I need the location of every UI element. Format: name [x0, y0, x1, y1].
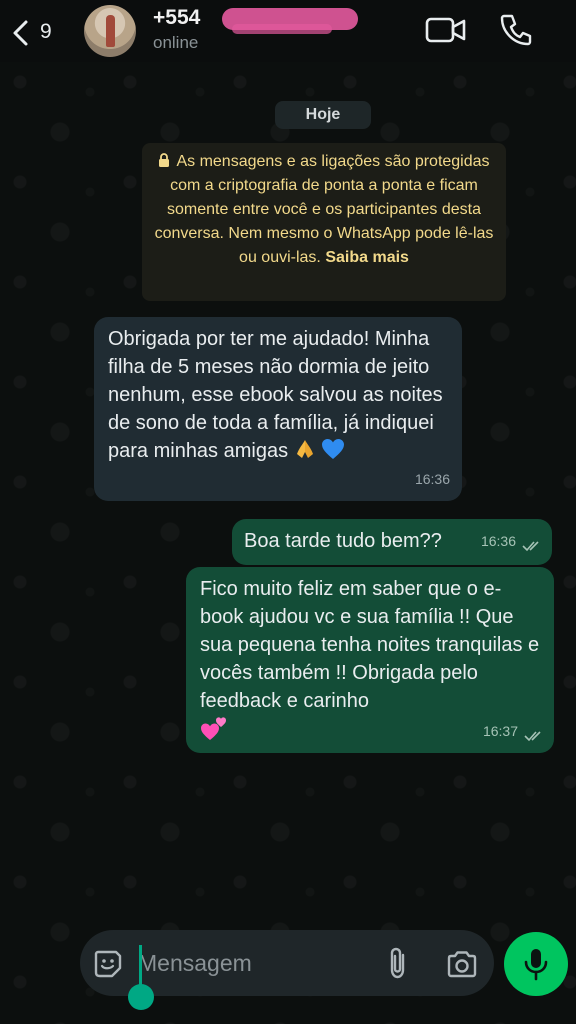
encryption-notice[interactable]: As mensagens e as ligações são protegida… — [142, 143, 506, 301]
two-hearts-emoji-icon — [201, 717, 226, 740]
double-check-icon — [524, 731, 541, 742]
message-text: Fico muito feliz em saber que o e-book a… — [200, 578, 540, 712]
message-time: 16:36 — [414, 471, 450, 487]
microphone-icon — [524, 949, 548, 981]
camera-icon[interactable] — [446, 950, 478, 978]
pray-emoji-icon — [296, 440, 313, 458]
contact-name[interactable]: +554 — [153, 6, 200, 30]
message-input[interactable] — [138, 946, 368, 980]
message-text: Obrigada por ter me ajudado! Minha filha… — [108, 328, 443, 462]
sticker-icon[interactable] — [92, 948, 124, 980]
text-cursor — [139, 945, 142, 985]
double-check-icon — [522, 541, 539, 552]
chat-header: 9 +554 online — [0, 0, 576, 62]
text-cursor-handle[interactable] — [128, 984, 154, 1010]
video-call-icon[interactable] — [424, 14, 468, 46]
message-time: 16:36 — [480, 533, 516, 549]
blue-heart-emoji-icon — [322, 439, 345, 459]
encryption-notice-text: As mensagens e as ligações são protegida… — [154, 153, 494, 266]
date-separator: Hoje — [275, 101, 371, 129]
message-bubble-outgoing[interactable]: Fico muito feliz em saber que o e-book a… — [186, 567, 554, 753]
message-time: 16:37 — [482, 723, 518, 739]
contact-status: online — [153, 33, 199, 52]
back-arrow-icon[interactable] — [10, 18, 32, 48]
message-bubble-outgoing[interactable]: Boa tarde tudo bem?? 16:36 — [232, 519, 552, 565]
phone-call-icon[interactable] — [498, 12, 534, 48]
paperclip-icon[interactable] — [386, 946, 410, 980]
message-bubble-incoming[interactable]: Obrigada por ter me ajudado! Minha filha… — [94, 317, 462, 501]
learn-more-link[interactable]: Saiba mais — [325, 249, 409, 266]
lock-icon — [159, 153, 170, 167]
redaction-scribble-2 — [232, 24, 332, 34]
unread-count[interactable]: 9 — [40, 20, 52, 44]
message-text: Boa tarde tudo bem?? — [244, 530, 442, 552]
voice-record-button[interactable] — [504, 932, 568, 996]
contact-avatar[interactable] — [84, 5, 136, 57]
